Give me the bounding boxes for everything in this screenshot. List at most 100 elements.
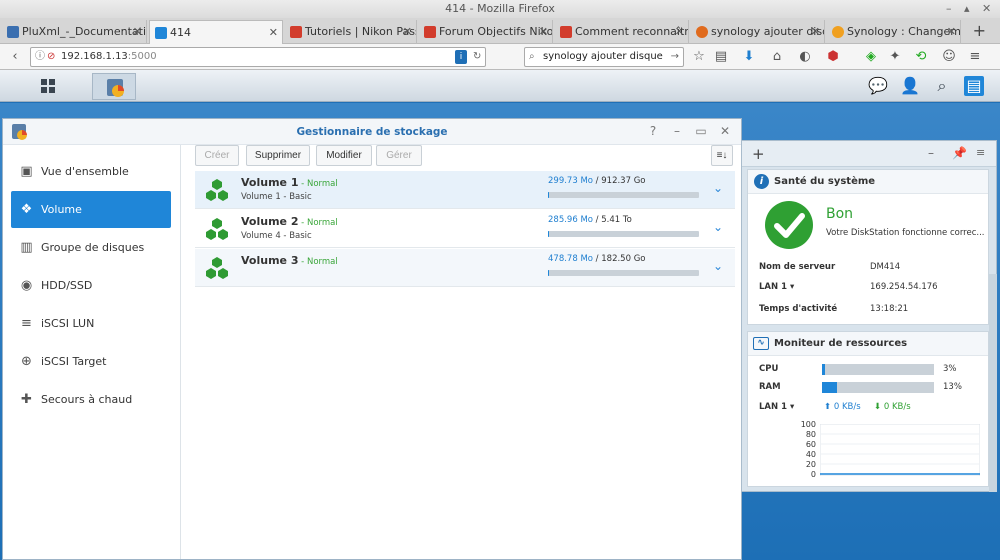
modify-button[interactable]: Modifier — [316, 145, 372, 166]
close-tab-icon[interactable]: ✕ — [947, 20, 956, 44]
search-icon[interactable]: ⌕ — [932, 76, 952, 96]
volume-name: Volume 3 - Normal — [241, 254, 338, 267]
widgets-scrollbar[interactable] — [989, 274, 997, 492]
tab-label: synology ajouter disqu — [711, 25, 825, 38]
url-bar[interactable]: ⓘ ⊘ 192.168.1.13:5000 i ↻ — [30, 47, 486, 67]
storage-manager-taskbar-button[interactable] — [92, 73, 136, 100]
sync-icon[interactable]: ⟲ — [912, 48, 930, 66]
user-icon[interactable]: 👤 — [900, 76, 920, 96]
close-tab-icon[interactable]: ✕ — [539, 20, 548, 44]
tab-pluxml[interactable]: PluXml_-_Documentation.p✕ — [2, 20, 147, 44]
tab-label: 414 — [170, 26, 191, 39]
ghostery-icon[interactable]: ☺ — [940, 48, 958, 66]
minimize-icon[interactable]: – — [928, 146, 934, 160]
close-tab-icon[interactable]: ✕ — [811, 20, 820, 44]
monitor-icon: ∿ — [753, 337, 769, 350]
reading-list-icon[interactable]: ▤ — [712, 48, 730, 66]
sort-icon[interactable]: ≡↓ — [711, 145, 733, 166]
volume-row[interactable]: Volume 1 - Normal Volume 1 - Basic 299.7… — [195, 171, 735, 209]
tab-synology-change[interactable]: Synology : Changeme ✕ — [827, 20, 961, 44]
tab-dsm[interactable]: 414 ✕ — [149, 20, 283, 44]
ublock-icon[interactable]: ⬢ — [824, 48, 842, 66]
pocket-icon[interactable]: ◐ — [796, 48, 814, 66]
main-menu-button[interactable] — [26, 73, 70, 100]
window-header[interactable]: Gestionnaire de stockage ? – ▭ ✕ — [3, 119, 741, 145]
ram-fill — [822, 382, 837, 393]
tab-search[interactable]: synology ajouter disqu ✕ — [691, 20, 825, 44]
menu-icon[interactable]: ≡ — [966, 48, 984, 66]
volume-type: Volume 1 - Basic — [241, 192, 312, 202]
notifications-icon[interactable]: 💬 — [868, 76, 888, 96]
chevron-down-icon[interactable]: ⌄ — [713, 220, 723, 234]
bookmark-star-icon[interactable]: ☆ — [690, 48, 708, 66]
downloads-icon[interactable]: ⬇ — [740, 48, 758, 66]
delete-button[interactable]: Supprimer — [246, 145, 310, 166]
tab-label: Forum Objectifs Nikon — [439, 25, 553, 38]
tab-comment[interactable]: Comment reconnaître ✕ — [555, 20, 689, 44]
close-window-icon[interactable]: ✕ — [982, 0, 991, 18]
search-go-icon[interactable]: → — [671, 48, 679, 66]
chevron-down-icon[interactable]: ⌄ — [713, 259, 723, 273]
page-action-icon[interactable]: i — [455, 50, 467, 64]
widgets-icon[interactable]: ▤ — [964, 76, 984, 96]
sidebar-item-iscsi-lun[interactable]: ≡ iSCSI LUN — [11, 305, 171, 342]
close-tab-icon[interactable]: ✕ — [269, 21, 278, 44]
volume-title: Volume 3 — [241, 254, 299, 267]
back-icon[interactable]: ‹ — [6, 48, 24, 66]
close-tab-icon[interactable]: ✕ — [675, 20, 684, 44]
new-tab-icon[interactable]: + — [973, 20, 986, 42]
manage-button[interactable]: Gérer — [376, 145, 422, 166]
lan-select[interactable]: LAN 1 ▾ — [759, 282, 794, 292]
loading-favicon-icon — [832, 26, 844, 38]
tab-label: Tutoriels | Nikon Pass — [305, 25, 417, 38]
total-space: / 912.37 Go — [592, 176, 646, 186]
pin-icon[interactable]: 📌 — [952, 146, 967, 160]
volume-type: Volume 4 - Basic — [241, 231, 312, 241]
minimize-window-icon[interactable]: – — [946, 0, 952, 18]
reload-icon[interactable]: ↻ — [473, 48, 481, 66]
download-arrow-icon: ⬇ — [874, 402, 882, 412]
volume-row[interactable]: Volume 3 - Normal 478.78 Mo / 182.50 Go … — [195, 249, 735, 287]
close-tab-icon[interactable]: ✕ — [403, 20, 412, 44]
extension-icon[interactable]: ◈ — [862, 48, 880, 66]
toolbar: Créer Supprimer Modifier Gérer ≡↓ — [195, 145, 735, 169]
disk-group-icon: ▥ — [20, 240, 33, 255]
sidebar-item-overview[interactable]: ▣ Vue d'ensemble — [11, 153, 171, 190]
create-button[interactable]: Créer — [195, 145, 239, 166]
usage-fill — [548, 192, 550, 198]
sidebar-item-iscsi-target[interactable]: ⊕ iSCSI Target — [11, 343, 171, 380]
tab-forum-nikon[interactable]: Forum Objectifs Nikon ✕ — [419, 20, 553, 44]
site-favicon-icon — [290, 26, 302, 38]
tab-label: PluXml_-_Documentation.p — [22, 25, 147, 38]
puzzle-icon[interactable]: ✦ — [886, 48, 904, 66]
chevron-down-icon[interactable]: ⌄ — [713, 181, 723, 195]
sidebar-item-hdd[interactable]: ◉ HDD/SSD — [11, 267, 171, 304]
home-icon[interactable]: ⌂ — [768, 48, 786, 66]
site-favicon-icon — [424, 26, 436, 38]
widget-menu-icon[interactable]: ≡ — [976, 146, 985, 159]
volume-name: Volume 1 - Normal — [241, 176, 338, 189]
add-widget-icon[interactable]: + — [752, 145, 765, 163]
help-icon[interactable]: ? — [645, 124, 661, 138]
minimize-icon[interactable]: – — [669, 124, 685, 138]
search-bar[interactable]: ⌕ synology ajouter disque → — [524, 47, 684, 67]
card-title-text: Santé du système — [774, 176, 876, 187]
sidebar-item-disk-group[interactable]: ▥ Groupe de disques — [11, 229, 171, 266]
lan-select[interactable]: LAN 1 ▾ — [759, 402, 794, 412]
system-health-card: i Santé du système Bon Votre DiskStation… — [747, 169, 989, 325]
tab-nikon-pass[interactable]: Tutoriels | Nikon Pass ✕ — [285, 20, 417, 44]
close-icon[interactable]: ✕ — [717, 124, 733, 138]
site-favicon-icon — [560, 26, 572, 38]
sidebar-item-hot-spare[interactable]: ✚ Secours à chaud — [11, 381, 171, 418]
volume-usage: 299.73 Mo / 912.37 Go — [548, 176, 645, 186]
info-icon[interactable]: ⓘ — [35, 48, 45, 66]
volume-row[interactable]: Volume 2 - Normal Volume 4 - Basic 285.9… — [195, 210, 735, 248]
sidebar-item-volume[interactable]: ❖ Volume — [11, 191, 171, 228]
dsm-taskbar: 💬 👤 ⌕ ▤ — [0, 70, 1000, 102]
cpu-label: CPU — [759, 364, 779, 374]
maximize-icon[interactable]: ▭ — [693, 124, 709, 138]
close-tab-icon[interactable]: ✕ — [133, 20, 142, 44]
used-space: 285.96 Mo — [548, 215, 593, 225]
tab-label: Comment reconnaître — [575, 25, 689, 38]
maximize-window-icon[interactable]: ▴ — [964, 0, 970, 18]
